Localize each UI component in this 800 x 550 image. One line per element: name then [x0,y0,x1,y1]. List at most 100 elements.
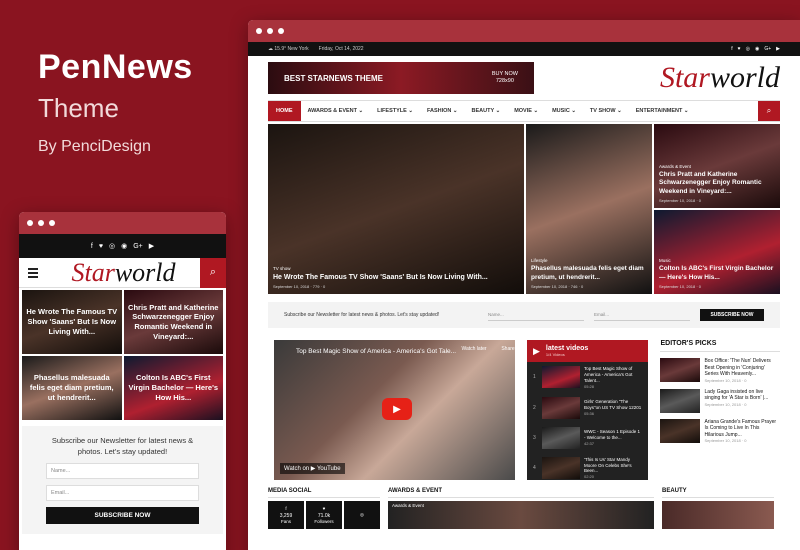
post-thumbnail[interactable]: Awards & Event [388,501,654,529]
facebook-icon[interactable]: f [91,243,93,250]
subscribe-button[interactable]: SUBSCRIBE NOW [46,507,199,524]
post-thumbnail[interactable] [660,358,701,382]
name-input[interactable]: Name... [46,463,199,479]
hamburger-menu-icon[interactable] [19,267,47,278]
twitter-counter[interactable]: ♥ 71.0k Followers [306,501,342,529]
mobile-preview-window: f ♥ ◎ ◉ G+ ▶ Starworld ⌕ He Wrote The Fa… [19,212,226,550]
post-title[interactable]: He Wrote The Famous TV Show 'Saans' But … [273,273,519,282]
post-category[interactable]: Music [659,258,775,263]
instagram-icon[interactable]: ◎ [746,46,750,52]
date-readout: Friday, Oct 14, 2022 [318,46,364,52]
pick-title[interactable]: Box Office: 'The Nun' Delivers Best Open… [704,358,780,378]
post-card[interactable]: Colton Is ABC's First Virgin Bachelor — … [123,356,223,420]
play-icon: ▶ [533,345,540,356]
site-logo[interactable]: Starworld [660,61,780,95]
search-icon[interactable]: ⌕ [758,101,780,121]
pick-item[interactable]: Box Office: 'The Nun' Delivers Best Open… [660,358,780,383]
section-title: MEDIA SOCIAL [268,488,380,498]
post-thumbnail[interactable] [660,418,701,443]
facebook-icon[interactable]: f [731,46,732,52]
hero-post[interactable]: Music Colton Is ABC's First Virgin Bache… [654,210,780,294]
newsletter-text: Subscribe our Newsletter for latest news… [51,436,194,456]
post-category[interactable]: Awards & Event [659,164,775,169]
playlist-item[interactable]: 3 WWC - Season 1 Episode 1 - Welcome to … [527,423,648,453]
nav-beauty[interactable]: BEAUTY ⌄ [465,108,508,114]
post-card[interactable]: He Wrote The Famous TV Show 'Saans' But … [22,290,122,354]
window-dot [256,28,262,34]
mobile-post-grid: He Wrote The Famous TV Show 'Saans' But … [19,288,226,422]
video-title[interactable]: Top Best Magic Show of America - America… [296,348,456,355]
subscribe-button[interactable]: SUBSCRIBE NOW [700,309,764,321]
post-thumbnail[interactable] [660,388,701,413]
heart-icon[interactable]: ♥ [738,46,741,52]
playlist-item-title[interactable]: Girls' Generation "The Boys"on US TV Sho… [584,399,642,411]
post-title[interactable]: Phasellus malesuada felis eget diam pret… [531,265,647,282]
nav-music[interactable]: MUSIC ⌄ [545,108,583,114]
nav-home[interactable]: HOME [268,101,301,121]
post-title[interactable]: Chris Pratt and Katherine Schwarzenegger… [659,171,775,196]
nav-movie[interactable]: MOVIE ⌄ [507,108,545,114]
post-category[interactable]: Awards & Event [392,503,424,508]
post-title[interactable]: Colton Is ABC's First Virgin Bachelor — … [659,265,775,282]
video-player[interactable]: Top Best Magic Show of America - America… [274,340,515,480]
playlist-item[interactable]: 4 'This Is Us' Star Mandy Moore On Celeb… [527,453,648,484]
playlist-item-title[interactable]: Top Best Magic Show of America - America… [584,366,642,384]
playlist-header: ▶ latest videos 1/4 Videos [527,340,649,362]
hero-post[interactable]: Awards & Event Chris Pratt and Katherine… [654,124,780,208]
pinterest-icon[interactable]: ◉ [121,242,127,250]
name-input[interactable]: Name... [488,309,584,321]
video-duration: 05:36 [584,410,595,416]
heart-icon[interactable]: ♥ [99,243,103,250]
ad-title: BEST STARNEWS THEME [284,73,383,83]
pick-item[interactable]: Lady Gaga insisted on live singing for '… [660,388,780,413]
section-title: BEAUTY [662,488,774,498]
nav-awards[interactable]: AWARDS & EVENT ⌄ [301,108,371,114]
playlist-item-title[interactable]: 'This Is Us' Star Mandy Moore On Celebs … [584,457,642,475]
pick-item[interactable]: Ariana Grande's Famous Prayer Is Coming … [660,418,780,444]
post-category[interactable]: Lifestyle [531,258,647,263]
watch-later-icon[interactable]: Watch later [460,346,488,352]
brand-subtitle: Theme [38,93,119,123]
youtube-icon[interactable]: ▶ [149,242,154,250]
watch-on-youtube[interactable]: Watch on ▶ YouTube [280,463,345,474]
google-plus-icon[interactable]: G+ [764,46,771,52]
youtube-icon[interactable]: ▶ [776,46,780,52]
playlist-item-title[interactable]: WWC - Season 1 Episode 1 - Welcome to th… [584,429,642,441]
post-card[interactable]: Phasellus malesuada felis eget diam pret… [22,356,122,420]
play-icon[interactable]: ▶ [382,398,412,420]
playlist-count: 1/4 Videos [545,352,565,357]
video-thumbnail[interactable] [542,457,580,480]
desktop-preview-window: ☁ 15.9° New York Friday, Oct 14, 2022 f … [248,20,800,550]
playlist-item[interactable]: 2 Girls' Generation "The Boys"on US TV S… [527,393,648,423]
post-card[interactable]: Chris Pratt and Katherine Schwarzenegger… [123,290,223,354]
instagram-icon[interactable]: ◎ [109,242,115,250]
pick-title[interactable]: Ariana Grande's Famous Prayer Is Coming … [704,419,780,439]
site-logo[interactable]: Starworld [71,258,175,288]
facebook-counter[interactable]: f 3,259 Fans [268,501,304,529]
share-icon[interactable]: Share [494,346,522,352]
nav-tv-show[interactable]: TV SHOW ⌄ [583,108,629,114]
desktop-newsletter: Subscribe our Newsletter for latest news… [268,302,780,328]
google-plus-icon[interactable]: G+ [133,243,143,250]
video-thumbnail[interactable] [542,396,580,419]
playlist-item[interactable]: 1 Top Best Magic Show of America - Ameri… [527,362,648,393]
pinterest-icon[interactable]: ◉ [755,46,759,52]
email-input[interactable]: Email... [46,485,199,501]
instagram-counter[interactable]: ◎ [344,501,380,529]
email-input[interactable]: Email... [594,309,690,321]
hero-post[interactable]: Lifestyle Phasellus malesuada felis eget… [526,124,652,294]
nav-lifestyle[interactable]: LIFESTYLE ⌄ [370,108,420,114]
nav-entertainment[interactable]: ENTERTAINMENT ⌄ [629,108,696,114]
video-thumbnail[interactable] [542,426,580,449]
post-category[interactable]: TV show [273,266,519,271]
video-thumbnail[interactable] [542,366,580,389]
search-icon[interactable]: ⌕ [200,257,226,288]
post-thumbnail[interactable] [662,501,774,529]
ad-banner[interactable]: BEST STARNEWS THEME BUY NOW 728x90 [268,62,534,94]
hero-post-main[interactable]: TV show He Wrote The Famous TV Show 'Saa… [268,124,524,294]
media-section: Top Best Magic Show of America - America… [274,340,780,480]
mobile-social-bar: f ♥ ◎ ◉ G+ ▶ [19,234,226,258]
brand-block: PenNews Theme By PenciDesign [38,48,193,156]
nav-fashion[interactable]: FASHION ⌄ [420,108,465,114]
pick-title[interactable]: Lady Gaga insisted on live singing for '… [704,389,780,402]
